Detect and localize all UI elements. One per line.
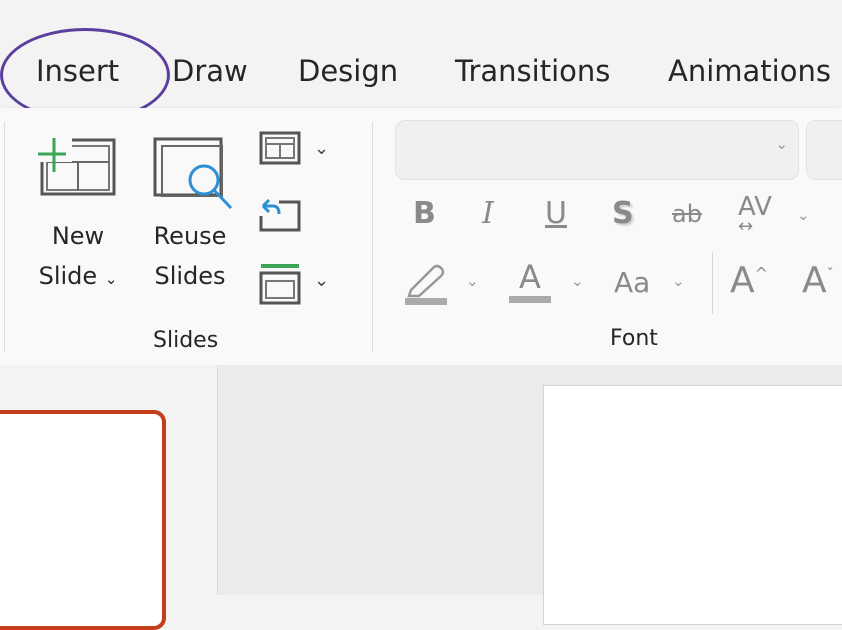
new-slide-label-1: New [51, 222, 105, 250]
chevron-down-icon: ⌄ [104, 270, 118, 288]
reuse-label-1: Reuse [153, 222, 227, 250]
slides-group-label: Slides [153, 328, 219, 353]
new-slide-label-2: Slide ⌄ [38, 262, 118, 290]
shadow-button[interactable]: S [612, 196, 634, 231]
strikethrough-button[interactable]: ab [672, 200, 702, 228]
new-slide-button[interactable]: New Slide ⌄ [22, 216, 134, 299]
change-case-chevron-icon[interactable]: ⌄ [672, 272, 685, 290]
font-divider [712, 252, 713, 314]
slide-thumbnail[interactable] [0, 410, 166, 630]
character-spacing-button[interactable]: AV ↔ [738, 194, 772, 237]
chevron-down-icon: ⌄ [775, 135, 788, 153]
reuse-label-2: Slides [154, 262, 226, 290]
left-divider [4, 122, 5, 352]
reuse-slides-button[interactable]: Reuse Slides [140, 216, 240, 296]
tab-animations[interactable]: Animations [668, 54, 831, 88]
font-color-chevron-icon[interactable]: ⌄ [571, 272, 584, 290]
layout-chevron-icon[interactable]: ⌄ [314, 138, 329, 159]
italic-button[interactable]: I [482, 196, 494, 231]
spacing-chevron-icon[interactable]: ⌄ [797, 206, 810, 224]
underline-button[interactable]: U [545, 196, 567, 231]
shrink-label: A [802, 260, 827, 301]
font-color-button[interactable]: A [509, 258, 551, 303]
tab-transitions[interactable]: Transitions [455, 54, 610, 88]
highlight-chevron-icon[interactable]: ⌄ [466, 272, 479, 290]
shrink-font-button[interactable]: Aˇ [802, 260, 834, 301]
grow-label: A [730, 260, 755, 301]
tab-draw[interactable]: Draw [172, 54, 248, 88]
font-color-label: A [519, 258, 541, 296]
bold-button[interactable]: B [413, 196, 436, 231]
section-icon[interactable] [259, 263, 301, 305]
change-case-button[interactable]: Aa [614, 266, 650, 299]
layout-icon[interactable] [259, 131, 301, 165]
grow-font-button[interactable]: A^ [730, 260, 768, 301]
font-size-combobox[interactable] [806, 120, 842, 180]
font-name-combobox[interactable]: ⌄ [395, 120, 799, 180]
section-chevron-icon[interactable]: ⌄ [314, 270, 329, 291]
spacing-arrows-icon: ↔ [738, 216, 754, 237]
highlighter-icon[interactable] [403, 262, 449, 306]
tab-design[interactable]: Design [298, 54, 398, 88]
group-divider [372, 122, 373, 352]
reset-icon[interactable] [259, 196, 301, 232]
font-color-bar [509, 296, 551, 303]
font-group-label: Font [610, 326, 658, 351]
reuse-slides-icon [153, 137, 233, 210]
slide-canvas[interactable] [543, 385, 842, 625]
new-slide-icon [36, 132, 116, 196]
